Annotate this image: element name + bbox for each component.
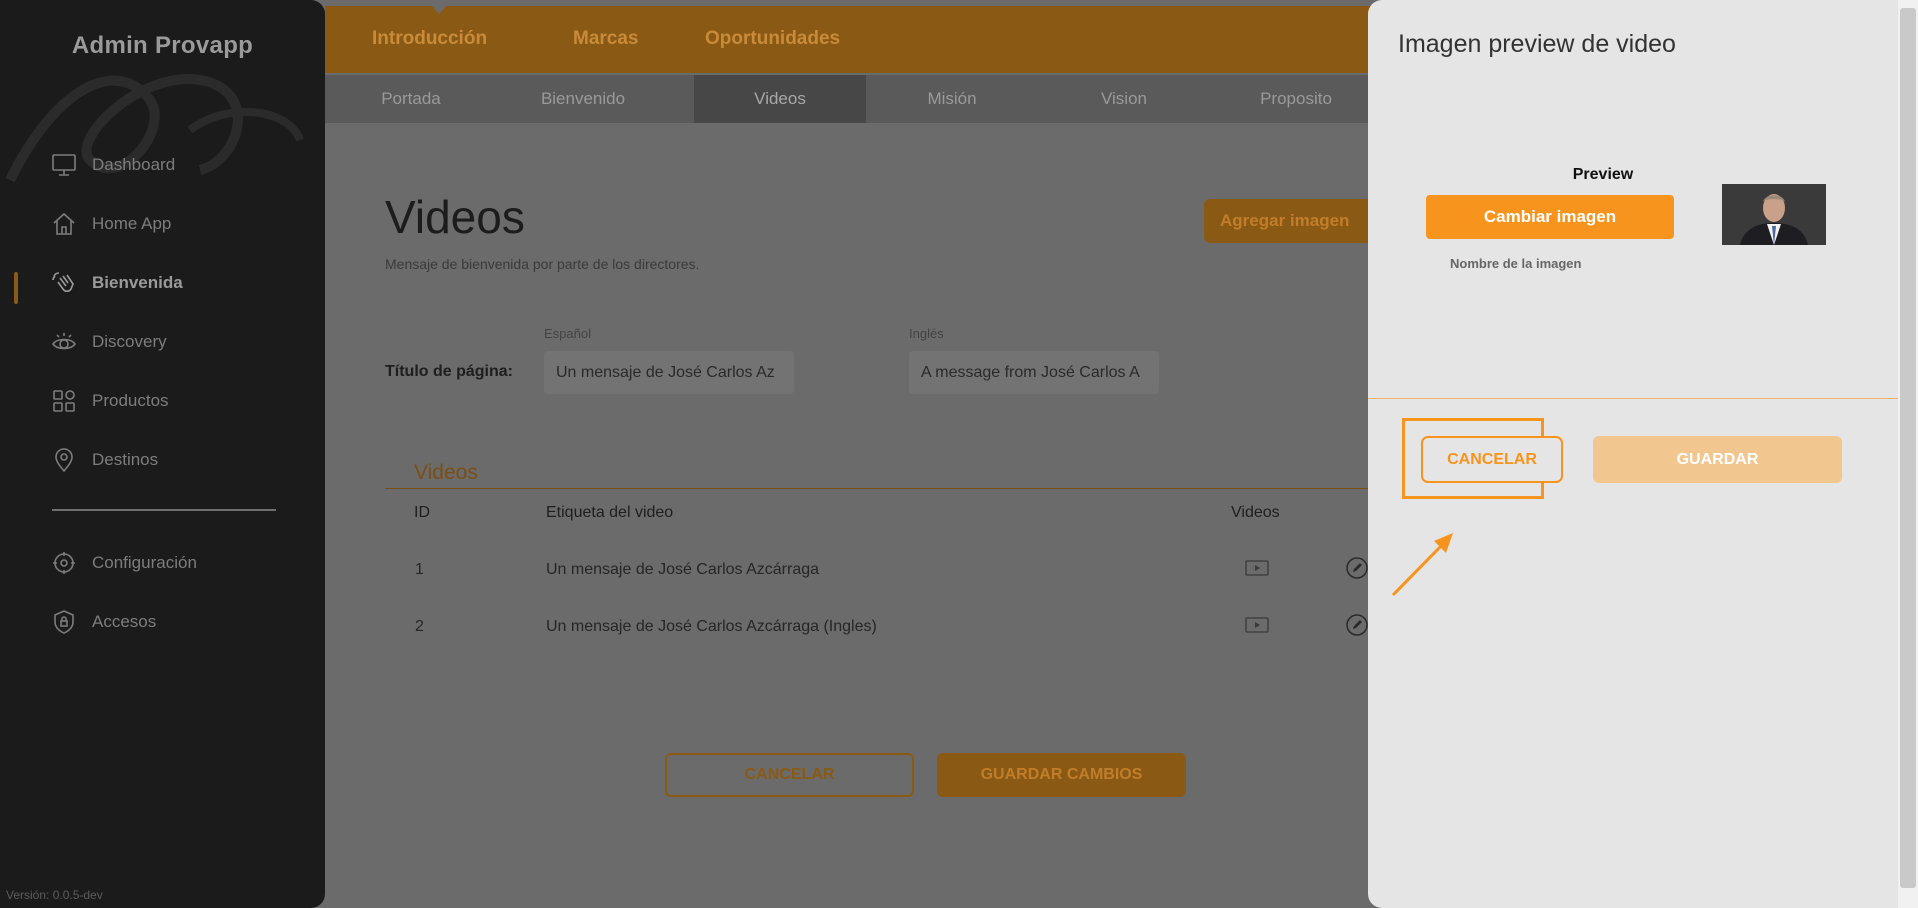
active-tab-indicator — [432, 6, 446, 14]
sidebar-item-label: Home App — [92, 214, 172, 233]
sidebar-divider — [52, 509, 276, 511]
sub-nav: Portada Bienvenido Videos Misión Vision … — [325, 75, 1375, 123]
title-english-input[interactable] — [909, 351, 1159, 394]
top-nav: Introducción Marcas Oportunidades — [325, 6, 1375, 73]
sidebar-item-label: Dashboard — [92, 155, 176, 174]
page-title-label: Título de página: — [385, 363, 513, 380]
col-header-videos: Videos — [1231, 504, 1280, 521]
video-play-icon[interactable] — [1245, 560, 1269, 576]
section-divider — [385, 488, 1375, 489]
row-id: 1 — [415, 561, 424, 578]
row-label: Un mensaje de José Carlos Azcárraga — [546, 561, 820, 578]
sidebar-item-label: Accesos — [92, 612, 157, 631]
subtab-portada[interactable]: Portada — [325, 75, 497, 123]
annotation-arrow — [1391, 533, 1453, 597]
map-pin-icon — [50, 446, 78, 474]
image-preview-panel: Imagen preview de video Preview Cambiar … — [1368, 0, 1898, 908]
monitor-icon — [50, 151, 78, 179]
sidebar-item-accesos[interactable]: Accesos — [50, 605, 156, 639]
title-spanish-input[interactable] — [544, 351, 794, 394]
tab-oportunidades[interactable]: Oportunidades — [705, 28, 840, 50]
brand-watermark — [5, 74, 304, 183]
scrollbar[interactable] — [1898, 0, 1918, 908]
active-indicator — [14, 272, 18, 304]
english-caption: Inglés — [909, 326, 944, 341]
preview-label: Preview — [1572, 166, 1634, 183]
row-label: Un mensaje de José Carlos Azcárraga (Ing… — [546, 618, 877, 635]
scrollbar-thumb[interactable] — [1900, 8, 1916, 888]
save-button[interactable]: GUARDAR — [1593, 436, 1842, 483]
subtab-mision[interactable]: Misión — [866, 75, 1038, 123]
cancel-button[interactable]: CANCELAR — [1421, 436, 1563, 483]
edit-icon[interactable] — [1345, 556, 1369, 580]
gear-icon — [50, 549, 78, 577]
edit-icon[interactable] — [1345, 613, 1369, 637]
preview-thumbnail — [1722, 184, 1826, 245]
sidebar-item-bienvenida[interactable]: Bienvenida — [50, 266, 183, 300]
sidebar-item-label: Productos — [92, 391, 169, 410]
sidebar-item-home-app[interactable]: Home App — [50, 207, 171, 241]
page-title: Videos — [385, 191, 525, 243]
subtab-proposito[interactable]: Proposito — [1210, 75, 1382, 123]
subtab-videos[interactable]: Videos — [694, 75, 866, 123]
panel-title: Imagen preview de video — [1398, 30, 1676, 58]
sidebar: Admin Provapp Dashboard Home App Bienven… — [0, 0, 325, 908]
sidebar-item-label: Discovery — [92, 332, 167, 351]
sidebar-item-discovery[interactable]: Discovery — [50, 325, 167, 359]
eye-icon — [50, 328, 78, 356]
brand-title: Admin Provapp — [71, 32, 254, 59]
sidebar-item-productos[interactable]: Productos — [50, 384, 169, 418]
col-header-id: ID — [414, 504, 430, 521]
change-image-button[interactable]: Cambiar imagen — [1426, 195, 1674, 239]
tab-introduccion[interactable]: Introducción — [372, 28, 487, 50]
spanish-caption: Español — [544, 326, 591, 341]
sidebar-item-label: Configuración — [92, 553, 197, 572]
sidebar-item-destinos[interactable]: Destinos — [50, 443, 158, 477]
videos-section-heading: Videos — [414, 461, 478, 484]
home-icon — [50, 210, 78, 238]
sidebar-item-label: Destinos — [92, 450, 159, 469]
col-header-label: Etiqueta del video — [546, 504, 674, 521]
subtab-bienvenido[interactable]: Bienvenido — [497, 75, 669, 123]
row-id: 2 — [415, 618, 424, 635]
sidebar-item-dashboard[interactable]: Dashboard — [50, 148, 175, 182]
subtab-vision[interactable]: Vision — [1038, 75, 1210, 123]
panel-divider — [1368, 398, 1898, 399]
version-text: Versión: 0.0.5-dev — [6, 888, 103, 902]
page-subtitle: Mensaje de bienvenida por parte de los d… — [385, 256, 700, 272]
cancel-changes-button[interactable]: CANCELAR — [665, 753, 914, 797]
grid-icon — [50, 387, 78, 415]
sidebar-item-label: Bienvenida — [92, 273, 183, 292]
video-play-icon[interactable] — [1245, 617, 1269, 633]
sidebar-item-configuracion[interactable]: Configuración — [50, 546, 197, 580]
save-changes-button[interactable]: GUARDAR CAMBIOS — [937, 753, 1186, 797]
hand-wave-icon — [50, 269, 78, 297]
shield-lock-icon — [50, 608, 78, 636]
add-image-button[interactable]: Agregar imagen — [1204, 199, 1379, 243]
tab-marcas[interactable]: Marcas — [573, 28, 639, 50]
image-name-label: Nombre de la imagen — [1450, 256, 1582, 271]
